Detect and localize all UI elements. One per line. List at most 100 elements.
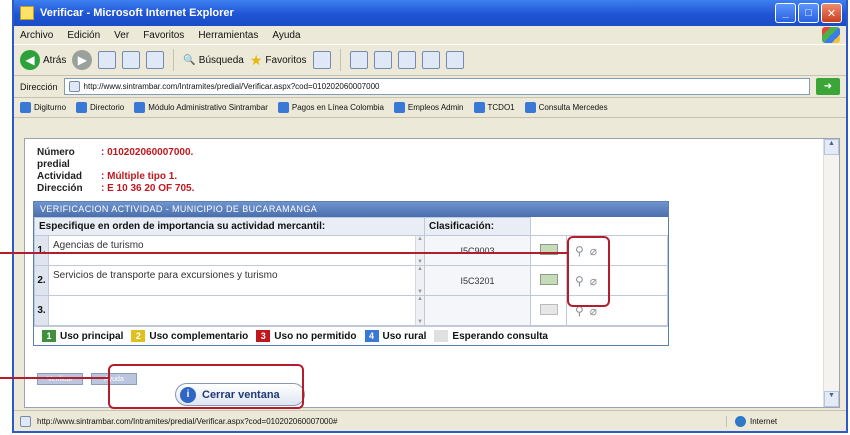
- direccion-value: : E 10 36 20 OF 705.: [101, 183, 195, 194]
- mail-icon[interactable]: [349, 51, 368, 69]
- textarea-scrollbar[interactable]: ▲ ▼: [415, 296, 424, 325]
- search-button[interactable]: 🔍 Búsqueda: [183, 55, 244, 66]
- activity-textarea[interactable]: Servicios de transporte para excursiones…: [49, 266, 415, 295]
- property-info: Número predial: 010202060007000. Activid…: [37, 147, 194, 195]
- link-icon: [76, 102, 88, 113]
- use-indicator: [539, 303, 558, 315]
- activity-textarea[interactable]: Agencias de turismo: [49, 236, 415, 265]
- row-number: 1.: [34, 235, 49, 266]
- link-item[interactable]: Pagos en Línea Colombia: [277, 102, 384, 113]
- activity-cell: ▲ ▼: [48, 295, 425, 326]
- link-label: TCDO1: [487, 103, 515, 112]
- use-indicator-cell: [530, 265, 567, 296]
- link-item[interactable]: Empleos Admin: [393, 102, 464, 113]
- address-url: http://www.sintrambar.com/Intramites/pre…: [83, 82, 380, 91]
- favorites-button[interactable]: ★ Favoritos: [250, 52, 307, 69]
- link-item[interactable]: TCDO1: [473, 102, 515, 113]
- close-window-button[interactable]: ✕: [821, 3, 842, 23]
- actividad-label: Actividad: [37, 171, 83, 182]
- address-input[interactable]: http://www.sintrambar.com/Intramites/pre…: [63, 78, 810, 95]
- direccion-label: Dirección: [37, 183, 83, 194]
- favorites-label: Favoritos: [265, 54, 307, 66]
- menu-ver[interactable]: Ver: [114, 30, 129, 41]
- maximize-button[interactable]: □: [798, 3, 819, 23]
- link-item[interactable]: Módulo Administrativo Sintrambar: [134, 102, 268, 113]
- print-icon[interactable]: [373, 51, 392, 69]
- link-item[interactable]: Directorio: [76, 102, 124, 113]
- status-url: http://www.sintrambar.com/Intramites/pre…: [37, 416, 338, 426]
- verify-button[interactable]: Verificar: [37, 373, 83, 385]
- link-label: Pagos en Línea Colombia: [291, 103, 384, 112]
- address-bar: Dirección http://www.sintrambar.com/Intr…: [14, 76, 846, 98]
- use-indicator-callout: [567, 236, 610, 307]
- menu-favoritos[interactable]: Favoritos: [143, 30, 184, 41]
- menu-ayuda[interactable]: Ayuda: [272, 30, 300, 41]
- legend-label: Uso no permitido: [274, 330, 357, 342]
- link-label: Empleos Admin: [407, 103, 464, 112]
- legend-swatch: 3: [256, 330, 271, 342]
- back-button[interactable]: ◀ Atrás: [20, 50, 66, 70]
- legend-label: Uso principal: [60, 330, 124, 342]
- folder-icon[interactable]: [421, 51, 440, 69]
- toolbar-separator: [173, 49, 175, 71]
- link-icon: [473, 102, 485, 113]
- standard-toolbar: ◀ Atrás ▶ 🔍 Búsqueda ★ Favoritos: [14, 44, 846, 76]
- search-label: Búsqueda: [198, 54, 244, 66]
- legend: 1 Uso principal 2 Uso complementario 3 Uso …: [34, 326, 668, 345]
- scroll-up-icon[interactable]: ▲: [824, 139, 839, 155]
- back-arrow-icon: ◀: [20, 50, 40, 70]
- link-icon: [524, 102, 536, 113]
- callout-pointer-line: [0, 377, 108, 379]
- zone-label: Internet: [750, 416, 778, 426]
- activity-cell: Servicios de transporte para excursiones…: [48, 265, 425, 296]
- use-indicator-cell: [530, 235, 567, 266]
- link-label: Directorio: [90, 103, 125, 112]
- stop-icon[interactable]: [98, 51, 117, 69]
- windows-logo-icon: [822, 27, 840, 43]
- class-column-header: Clasificación:: [424, 217, 531, 236]
- page-status-icon: [20, 415, 31, 427]
- vertical-scrollbar[interactable]: ▲ ▼: [823, 139, 839, 407]
- back-label: Atrás: [43, 54, 67, 66]
- row-number: 2.: [34, 265, 49, 296]
- activity-column-header: Especifique en orden de importancia su a…: [34, 217, 425, 236]
- menu-archivo[interactable]: Archivo: [20, 30, 53, 41]
- close-button-callout: [108, 364, 304, 409]
- scroll-down-icon[interactable]: ▼: [824, 391, 839, 407]
- callout-pointer-line: [0, 252, 567, 254]
- link-label: Consulta Mercedes: [538, 103, 608, 112]
- row-number: 3.: [34, 295, 49, 326]
- link-item[interactable]: Consulta Mercedes: [524, 102, 608, 113]
- textarea-scrollbar[interactable]: ▲ ▼: [415, 266, 424, 295]
- legend-label: Uso complementario: [149, 330, 249, 342]
- activity-cell: Agencias de turismo ▲ ▼: [48, 235, 425, 266]
- forward-button[interactable]: ▶: [72, 50, 93, 70]
- security-zone: Internet: [726, 415, 846, 427]
- textarea-scrollbar[interactable]: ▲ ▼: [415, 236, 424, 265]
- status-bar: http://www.sintrambar.com/Intramites/pre…: [14, 410, 846, 431]
- globe-icon: [735, 415, 746, 427]
- activity-textarea[interactable]: [49, 296, 415, 325]
- predio-label: Número predial: [37, 147, 75, 170]
- menu-edicion[interactable]: Edición: [67, 30, 100, 41]
- use-indicator: [539, 273, 558, 285]
- search-icon: 🔍: [183, 54, 196, 66]
- ie-app-icon: [20, 6, 34, 20]
- history-icon[interactable]: [312, 51, 331, 69]
- home-icon[interactable]: [146, 51, 165, 69]
- page-icon: [68, 81, 80, 92]
- links-bar: Digiturno Directorio Módulo Administrati…: [14, 98, 846, 118]
- classification-code: [424, 295, 531, 326]
- link-item[interactable]: Digiturno: [20, 102, 66, 113]
- go-button[interactable]: ➜: [816, 78, 840, 95]
- minimize-button[interactable]: _: [775, 3, 796, 23]
- actividad-value: : Múltiple tipo 1.: [101, 171, 178, 182]
- edit-icon[interactable]: [397, 51, 416, 69]
- use-indicator-cell: [530, 295, 567, 326]
- refresh-icon[interactable]: [122, 51, 141, 69]
- address-label: Dirección: [20, 81, 58, 92]
- toolbar-separator: [339, 49, 341, 71]
- window-title: Verificar - Microsoft Internet Explorer: [40, 7, 234, 19]
- menu-herramientas[interactable]: Herramientas: [198, 30, 258, 41]
- messenger-icon[interactable]: [445, 51, 464, 69]
